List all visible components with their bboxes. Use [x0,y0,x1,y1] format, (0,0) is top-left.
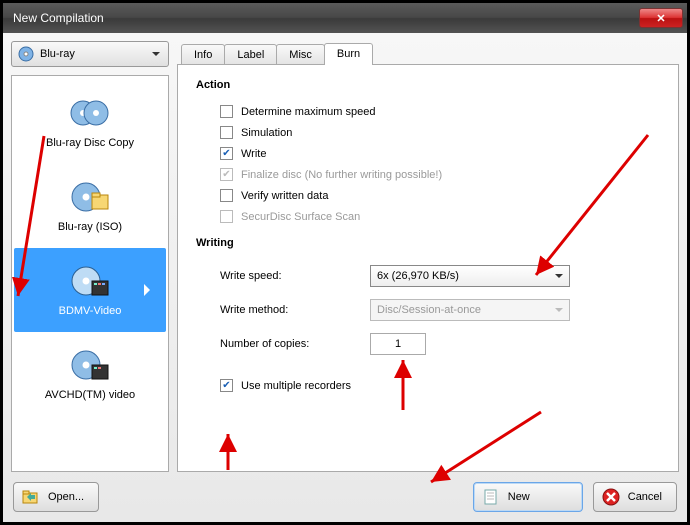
checkbox-finalize: ✔Finalize disc (No further writing possi… [196,164,660,185]
checkbox-icon [220,189,233,202]
new-button[interactable]: New [473,482,583,512]
cancel-icon [602,488,620,506]
action-heading: Action [196,79,660,91]
tab-label[interactable]: Label [224,44,277,65]
writing-heading: Writing [196,237,660,249]
checkbox-icon [220,210,233,223]
compilation-type-select[interactable]: Blu-ray [11,41,169,67]
client-area: Blu-ray Blu-ray Disc Copy Blu-ray (ISO) [3,33,687,522]
checkbox-determine-speed[interactable]: Determine maximum speed [196,101,660,122]
checkbox-icon [220,105,233,118]
sidebar-item-bdmv-video[interactable]: BDMV-Video [14,248,166,332]
checkbox-icon: ✔ [220,379,233,392]
tabs: Info Label Misc Burn [177,41,679,65]
sidebar: Blu-ray Disc Copy Blu-ray (ISO) BDMV-Vid… [11,75,169,472]
cancel-button[interactable]: Cancel [593,482,677,512]
write-method-label: Write method: [220,304,370,316]
dialog-footer: Open... New Cancel [11,472,679,514]
window-title: New Compilation [7,11,639,25]
copies-input[interactable] [370,333,426,355]
disc-copy-icon [68,95,112,131]
disc-video-icon [68,263,112,299]
copies-label: Number of copies: [220,338,370,350]
sidebar-item-avchd[interactable]: AVCHD(TM) video [14,332,166,416]
sidebar-item-iso[interactable]: Blu-ray (ISO) [14,164,166,248]
disc-icon [18,46,34,62]
document-new-icon [482,488,500,506]
annotation-arrow [213,430,243,472]
burn-panel: Action Determine maximum speed Simulatio… [177,64,679,472]
close-icon: ✕ [656,12,665,25]
tab-misc[interactable]: Misc [276,44,325,65]
write-speed-label: Write speed: [220,270,370,282]
checkbox-icon: ✔ [220,147,233,160]
sidebar-item-label: Blu-ray Disc Copy [46,137,134,149]
checkbox-verify[interactable]: Verify written data [196,185,660,206]
sidebar-item-label: BDMV-Video [59,305,122,317]
sidebar-item-label: Blu-ray (ISO) [58,221,122,233]
checkbox-icon: ✔ [220,168,233,181]
write-speed-select[interactable]: 6x (26,970 KB/s) [370,265,570,287]
disc-avchd-icon [68,347,112,383]
checkbox-securdisc: SecurDisc Surface Scan [196,206,660,227]
checkbox-simulation[interactable]: Simulation [196,122,660,143]
sidebar-item-disc-copy[interactable]: Blu-ray Disc Copy [14,80,166,164]
disc-iso-icon [68,179,112,215]
sidebar-item-label: AVCHD(TM) video [45,389,135,401]
checkbox-icon [220,126,233,139]
tab-info[interactable]: Info [181,44,225,65]
open-button[interactable]: Open... [13,482,99,512]
checkbox-multiple-recorders[interactable]: ✔Use multiple recorders [196,375,660,396]
close-button[interactable]: ✕ [639,8,683,28]
titlebar[interactable]: New Compilation ✕ [3,3,687,33]
tab-burn[interactable]: Burn [324,43,373,65]
type-select-label: Blu-ray [40,48,75,60]
folder-open-icon [22,488,40,506]
write-method-select: Disc/Session-at-once [370,299,570,321]
checkbox-write[interactable]: ✔Write [196,143,660,164]
new-compilation-window: New Compilation ✕ Blu-ray Bl [2,2,688,523]
